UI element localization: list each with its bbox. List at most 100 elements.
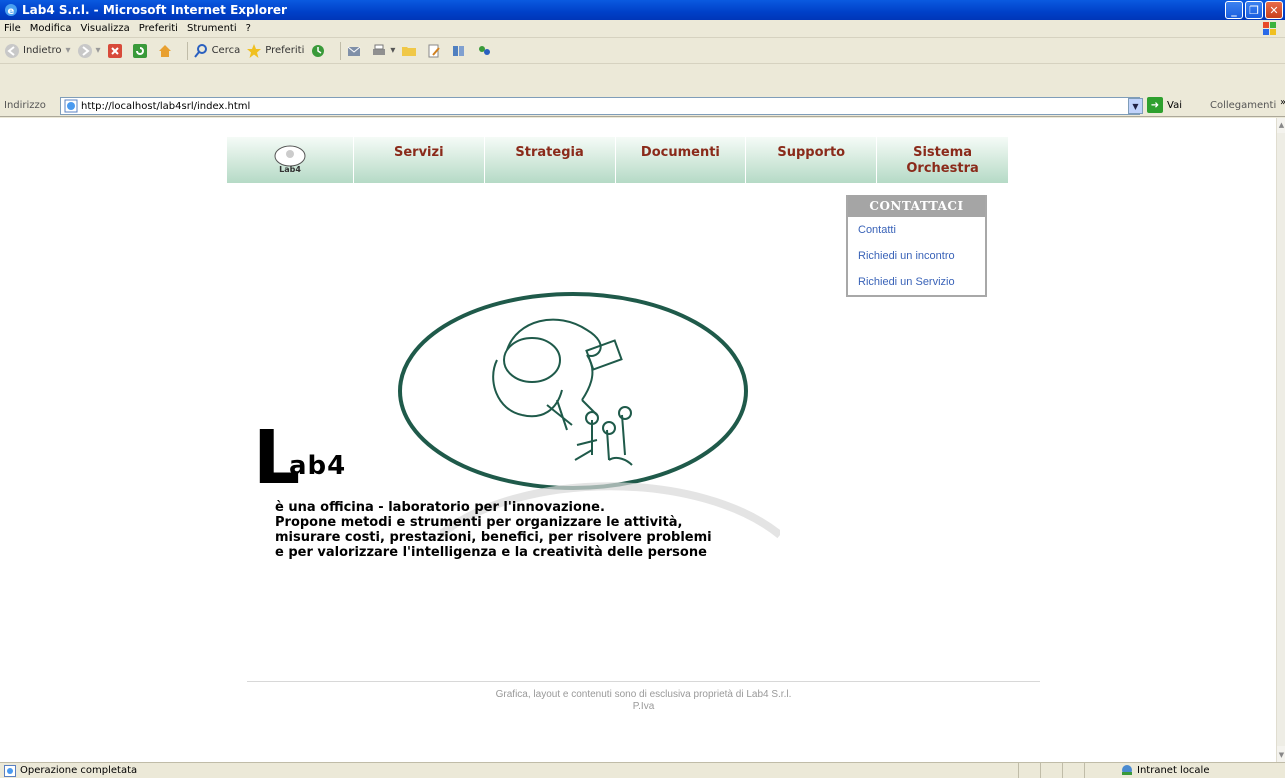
page-content: Lab4 Servizi Strategia Documenti Support… — [0, 118, 1276, 762]
status-text: Operazione completata — [20, 765, 138, 776]
folder-button[interactable] — [401, 43, 420, 59]
links-label[interactable]: Collegamenti — [1210, 100, 1276, 111]
refresh-icon — [132, 43, 147, 58]
search-icon — [193, 43, 207, 58]
search-label: Cerca — [211, 45, 241, 56]
nav-sistema-orchestra[interactable]: Sistema Orchestra — [877, 137, 1008, 183]
footer-divider — [247, 681, 1040, 682]
svg-text:e: e — [8, 6, 15, 17]
stop-button[interactable] — [107, 43, 126, 59]
footer-copyright: Grafica, layout e contenuti sono di escl… — [495, 689, 792, 700]
menu-file[interactable]: File — [4, 23, 21, 34]
forward-button[interactable]: ▾ — [77, 43, 101, 59]
nav-documenti[interactable]: Documenti — [616, 137, 747, 183]
favorites-label: Preferiti — [265, 45, 305, 56]
hero-brand-rest: ab4 — [289, 451, 347, 481]
maximize-button[interactable]: ❐ — [1245, 1, 1263, 19]
toolbar: Indietro ▾ ▾ Cerca Preferiti ▾ — [0, 38, 1285, 64]
edit-button[interactable] — [426, 43, 445, 59]
hero-line-1: è una officina - laboratorio per l'innov… — [275, 500, 605, 515]
hero-line-2: Propone metodi e strumenti per organizza… — [275, 515, 683, 530]
print-button[interactable]: ▾ — [371, 43, 395, 59]
go-button[interactable]: ➜ Vai — [1147, 97, 1182, 113]
menu-strumenti[interactable]: Strumenti — [187, 23, 237, 34]
hero-line-3: misurare costi, prestazioni, benefici, p… — [275, 530, 712, 545]
go-label: Vai — [1167, 99, 1182, 111]
status-bar: Operazione completata Intranet locale — [0, 762, 1285, 778]
contact-link-incontro[interactable]: Richiedi un incontro — [858, 243, 985, 269]
messenger-button[interactable] — [476, 43, 495, 59]
menu-help[interactable]: ? — [246, 23, 251, 34]
messenger-icon — [479, 45, 491, 55]
nav-orchestra-label: Orchestra — [906, 161, 979, 176]
folder-icon — [402, 46, 417, 56]
close-button[interactable]: ✕ — [1265, 1, 1283, 19]
scroll-up-icon[interactable]: ▲ — [1277, 118, 1285, 132]
back-dropdown-icon[interactable]: ▾ — [66, 45, 71, 56]
nav-logo-text: Lab4 — [279, 165, 301, 174]
back-button[interactable]: Indietro ▾ — [4, 43, 71, 59]
scroll-thumb[interactable] — [1277, 133, 1285, 746]
ie-icon: e — [5, 4, 17, 17]
toolbar-separator — [340, 41, 342, 60]
window-title: Lab4 S.r.l. - Microsoft Internet Explore… — [22, 3, 287, 17]
star-icon — [247, 43, 262, 58]
address-url: http://localhost/lab4srl/index.html — [81, 100, 251, 112]
page-footer: Grafica, layout e contenuti sono di escl… — [247, 689, 1040, 713]
mail-icon — [348, 46, 361, 56]
contact-link-servizio[interactable]: Richiedi un Servizio — [858, 269, 985, 295]
hero-description: è una officina - laboratorio per l'innov… — [275, 500, 712, 560]
research-button[interactable] — [451, 43, 470, 59]
home-icon — [158, 44, 171, 57]
hero-line-4: e per valorizzare l'intelligenza e la cr… — [275, 545, 707, 560]
address-bar: Indirizzo http://localhost/lab4srl/index… — [0, 95, 1285, 117]
toolbar-separator — [186, 41, 188, 60]
page-icon — [64, 99, 78, 113]
vertical-scrollbar[interactable]: ▲ ▼ — [1276, 118, 1285, 762]
status-cells — [1018, 763, 1106, 778]
address-label: Indirizzo — [4, 100, 46, 111]
favorites-button[interactable]: Preferiti — [246, 43, 304, 59]
menu-preferiti[interactable]: Preferiti — [139, 23, 178, 34]
address-input[interactable]: http://localhost/lab4srl/index.html — [60, 97, 1140, 115]
minimize-button[interactable]: _ — [1225, 1, 1243, 19]
refresh-button[interactable] — [132, 43, 151, 59]
menu-modifica[interactable]: Modifica — [30, 23, 72, 34]
scroll-down-icon[interactable]: ▼ — [1277, 748, 1285, 762]
contact-header: CONTATTACI — [848, 195, 985, 217]
print-dropdown-icon[interactable]: ▾ — [390, 45, 395, 56]
edit-icon — [428, 44, 441, 57]
links-chevron-icon[interactable]: » — [1280, 97, 1285, 108]
history-button[interactable] — [310, 43, 329, 59]
history-icon — [312, 44, 325, 57]
menubar: File Modifica Visualizza Preferiti Strum… — [0, 20, 1285, 38]
address-dropdown-icon[interactable]: ▼ — [1128, 98, 1143, 114]
back-arrow-icon — [5, 43, 19, 58]
search-button[interactable]: Cerca — [193, 43, 241, 59]
nav-strategia[interactable]: Strategia — [485, 137, 616, 183]
page-done-icon — [4, 764, 16, 777]
nav-servizi[interactable]: Servizi — [354, 137, 485, 183]
home-button[interactable] — [157, 43, 176, 59]
contact-dropdown: CONTATTACI Contatti Richiedi un incontro… — [846, 195, 987, 297]
contact-link-contatti[interactable]: Contatti — [858, 217, 985, 243]
intranet-icon — [1122, 765, 1132, 775]
nav-sistema-label: Sistema — [913, 145, 973, 160]
main-nav: Lab4 Servizi Strategia Documenti Support… — [227, 137, 1008, 183]
zone-label: Intranet locale — [1137, 764, 1210, 776]
security-zone: Intranet locale — [1120, 764, 1210, 776]
go-arrow-icon: ➜ — [1147, 97, 1163, 113]
nav-supporto[interactable]: Supporto — [746, 137, 878, 183]
status-cell — [1084, 763, 1106, 778]
menu-visualizza[interactable]: Visualizza — [81, 23, 130, 34]
windows-logo-icon — [1263, 22, 1276, 35]
gardener-logo-illustration — [398, 292, 748, 490]
lab4-logo-icon: Lab4 — [274, 145, 306, 174]
research-icon — [453, 45, 465, 56]
status-cell — [1018, 763, 1040, 778]
forward-dropdown-icon[interactable]: ▾ — [96, 45, 101, 56]
window-titlebar: e Lab4 S.r.l. - Microsoft Internet Explo… — [0, 0, 1285, 20]
nav-logo[interactable]: Lab4 — [227, 137, 354, 183]
stop-icon — [107, 43, 122, 58]
mail-button[interactable] — [346, 43, 365, 59]
